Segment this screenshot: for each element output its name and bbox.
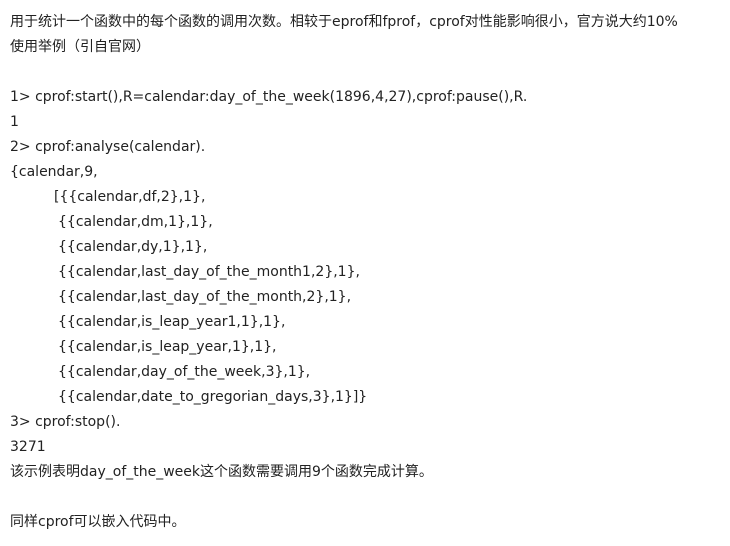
analysis-entry: {{calendar,is_leap_year,1},1}, [58,339,277,355]
shell-command-1: 1> cprof:start(),R=calendar:day_of_the_w… [10,89,528,105]
analysis-entry: {{calendar,is_leap_year1,1},1}, [58,314,286,330]
article-body: 用于统计一个函数中的每个函数的调用次数。相较于eprof和fprof，cprof… [0,0,730,546]
shell-command-2: 2> cprof:analyse(calendar). [10,139,206,155]
analysis-entry: {{calendar,dm,1},1}, [58,214,213,230]
analysis-entry: {{calendar,last_day_of_the_month1,2},1}, [58,264,360,280]
shell-command-3: 3> cprof:stop(). [10,414,121,430]
shell-output-1: 1 [10,114,19,130]
analysis-entry: {{calendar,day_of_the_week,3},1}, [58,364,311,380]
shell-output-3: 3271 [10,439,46,455]
analysis-entry: [{{calendar,df,2},1}, [54,189,206,205]
analysis-entry: {{calendar,dy,1},1}, [58,239,208,255]
analysis-entry: {{calendar,last_day_of_the_month,2},1}, [58,289,352,305]
shell-output-2-head: {calendar,9, [10,164,98,180]
intro-line-2: 使用举例（引自官网） [10,39,150,55]
conclusion-text: 该示例表明day_of_the_week这个函数需要调用9个函数完成计算。 [10,464,433,480]
intro-line-1: 用于统计一个函数中的每个函数的调用次数。相较于eprof和fprof，cprof… [10,14,678,30]
footer-text: 同样cprof可以嵌入代码中。 [10,514,186,530]
analysis-entry: {{calendar,date_to_gregorian_days,3},1}]… [58,389,368,405]
